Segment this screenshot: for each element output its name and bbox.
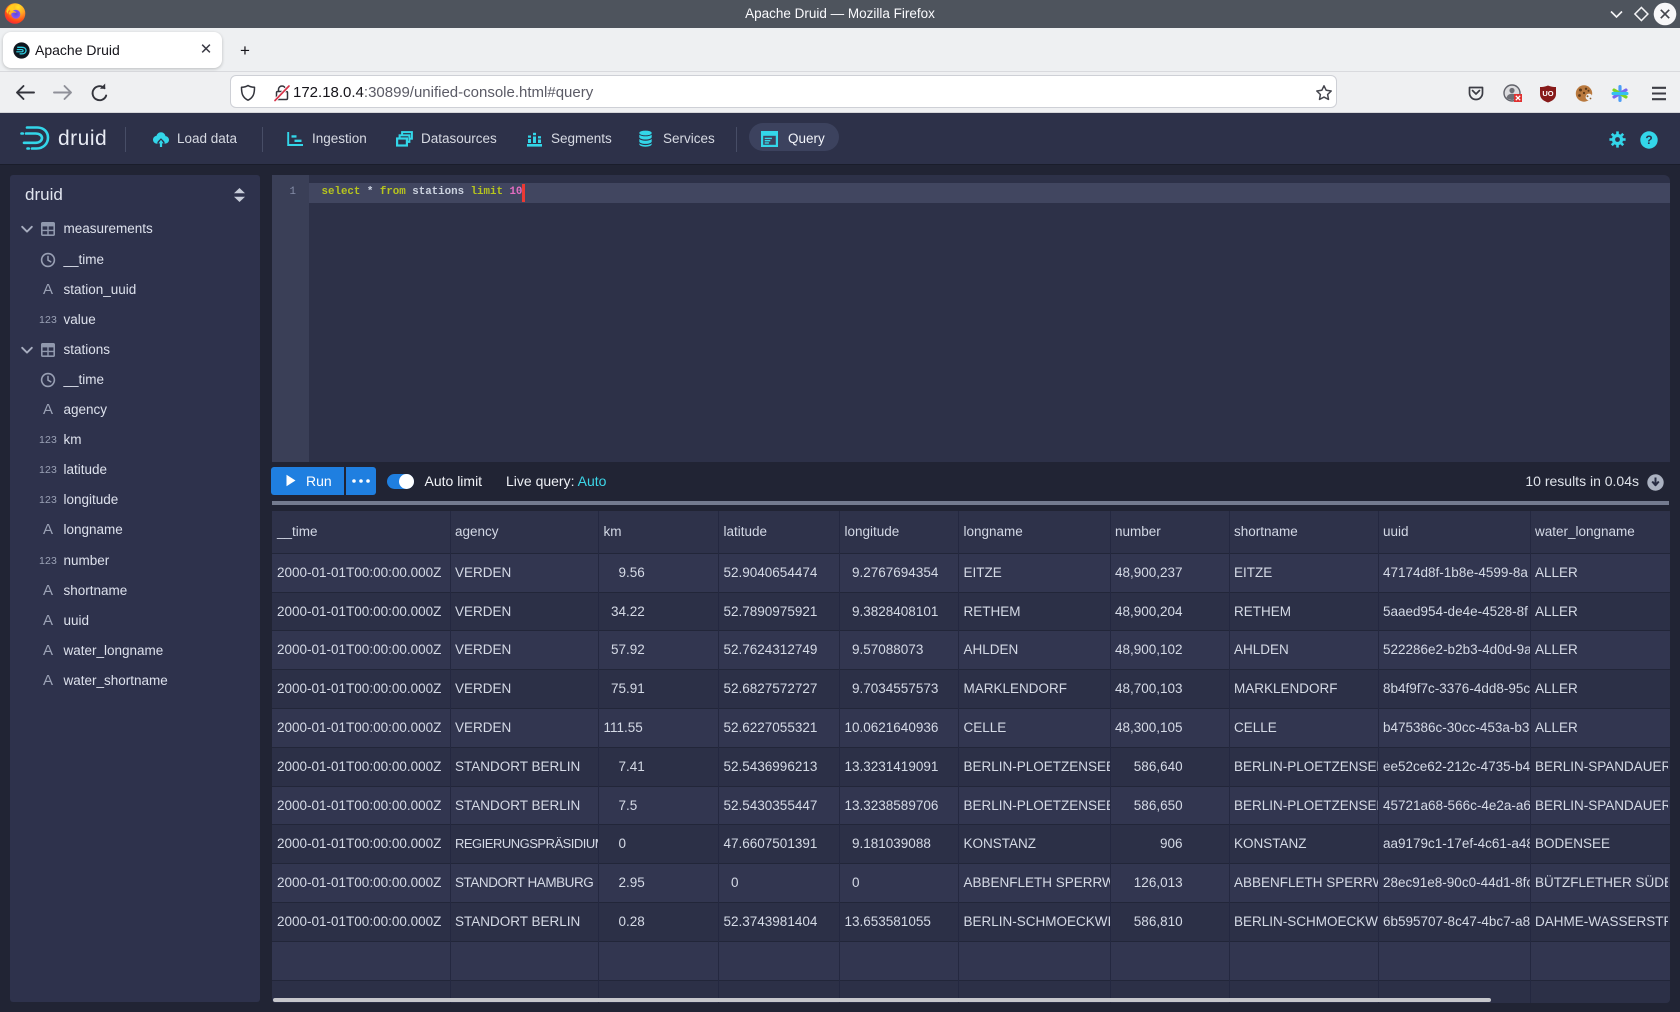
svg-text:?: ?	[1645, 133, 1652, 147]
svg-text:UO: UO	[1542, 89, 1553, 98]
